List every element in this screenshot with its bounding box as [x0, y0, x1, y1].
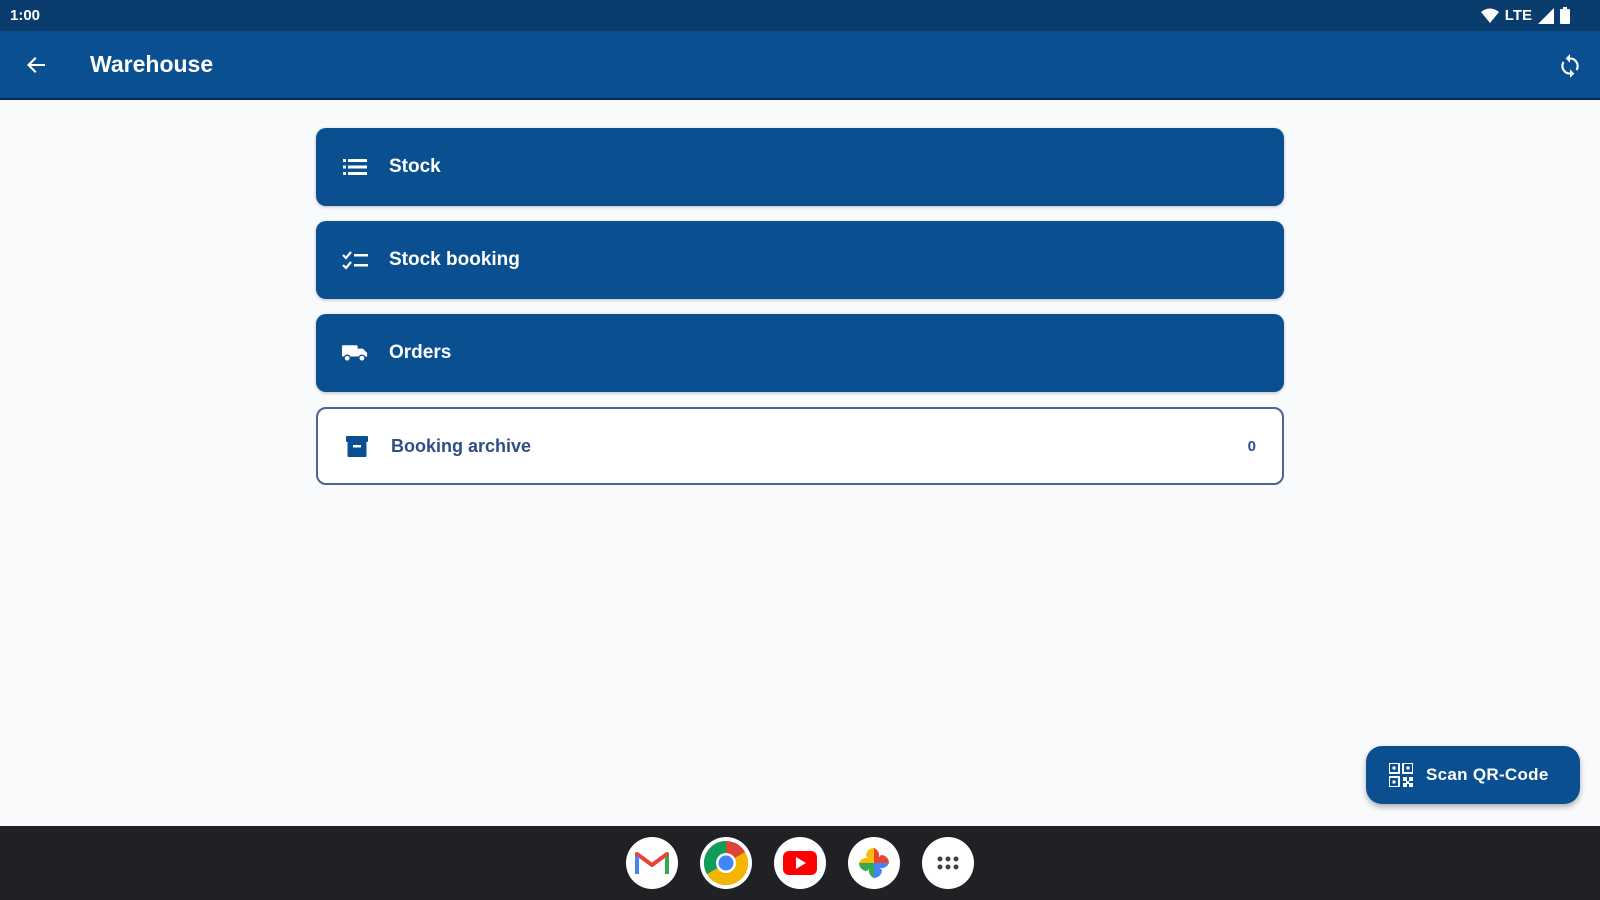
checklist-icon	[342, 247, 368, 273]
menu-item-booking-archive[interactable]: Booking archive 0	[316, 407, 1284, 485]
taskbar	[0, 826, 1600, 900]
menu-item-orders[interactable]: Orders	[316, 314, 1284, 392]
menu-item-label: Orders	[389, 342, 452, 363]
network-type: LTE	[1504, 7, 1532, 24]
menu-item-label: Stock booking	[389, 249, 520, 270]
status-icons: LTE	[1480, 7, 1570, 24]
chrome-icon[interactable]	[700, 837, 752, 889]
menu-item-stock-booking[interactable]: Stock booking	[316, 221, 1284, 299]
signal-icon	[1538, 7, 1554, 24]
app-bar: Warehouse	[0, 31, 1600, 100]
list-icon	[342, 154, 368, 180]
scan-qr-code-button[interactable]: Scan QR-Code	[1366, 746, 1580, 804]
sync-button[interactable]	[1554, 50, 1586, 82]
status-time: 1:00	[10, 7, 41, 24]
arrow-back-icon	[27, 56, 45, 73]
photos-icon[interactable]	[848, 837, 900, 889]
qr-code-icon	[1388, 762, 1414, 788]
scan-qr-code-label: Scan QR-Code	[1426, 765, 1549, 784]
archive-count-badge: 0	[1247, 437, 1256, 455]
status-bar: 1:00 LTE	[0, 0, 1600, 31]
battery-icon	[1560, 7, 1570, 24]
app-drawer-icon[interactable]	[922, 837, 974, 889]
menu-item-label: Booking archive	[391, 435, 532, 456]
warehouse-menu: Stock Stock booking Orders Booking archi…	[316, 128, 1284, 500]
page-title: Warehouse	[90, 51, 214, 77]
back-button[interactable]	[1, 30, 71, 99]
wifi-icon	[1480, 8, 1499, 23]
menu-item-stock[interactable]: Stock	[316, 128, 1284, 206]
menu-item-label: Stock	[389, 156, 441, 177]
archive-icon	[344, 433, 370, 459]
gmail-icon[interactable]	[626, 837, 678, 889]
sync-icon	[1561, 54, 1579, 78]
youtube-icon[interactable]	[774, 837, 826, 889]
truck-icon	[342, 340, 368, 366]
